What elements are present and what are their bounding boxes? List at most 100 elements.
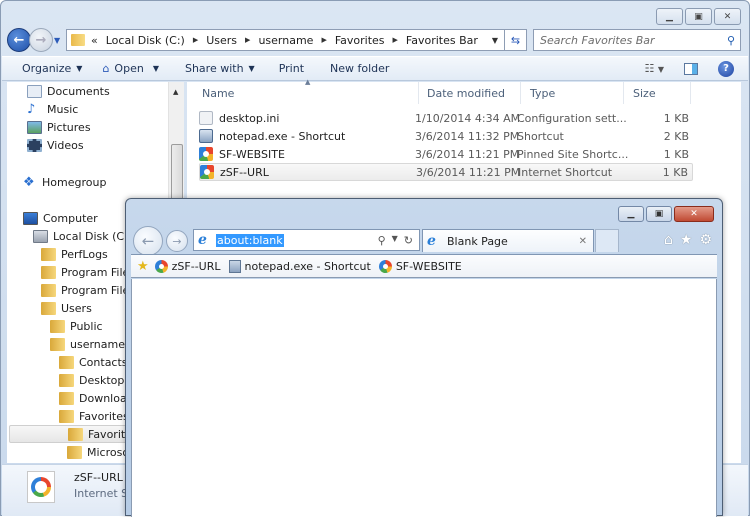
nav-item-videos[interactable]: Videos: [27, 136, 84, 154]
nav-item-microsoft[interactable]: Microsof: [67, 443, 133, 461]
nav-item-pictures[interactable]: Pictures: [27, 118, 91, 136]
favorites-bar-item[interactable]: zSF--URL: [154, 259, 221, 273]
favorites-bar-item[interactable]: notepad.exe - Shortcut: [228, 259, 371, 273]
maximize-button[interactable]: ▣: [685, 8, 712, 25]
file-row-selected[interactable]: zSF--URL 3/6/2014 11:21 PM Internet Shor…: [199, 163, 693, 181]
chevron-down-icon[interactable]: ▼: [392, 234, 398, 247]
back-button[interactable]: ←: [7, 28, 31, 52]
notepad-shortcut-icon: [228, 259, 241, 273]
gear-icon[interactable]: ⚙: [699, 232, 712, 248]
address-text[interactable]: about:blank: [216, 233, 284, 247]
refresh-icon: ⇆: [510, 33, 521, 47]
tab-close-icon[interactable]: ✕: [579, 236, 587, 247]
favorite-label: notepad.exe - Shortcut: [244, 259, 371, 273]
nav-item-username[interactable]: username: [50, 335, 125, 353]
chevron-right-icon[interactable]: ▶: [245, 36, 250, 44]
file-row[interactable]: SF-WEBSITE 3/6/2014 11:21 PM Pinned Site…: [199, 145, 693, 163]
home-open-icon: ⌂: [102, 62, 110, 75]
ie-minimize-button[interactable]: ▁: [618, 206, 644, 222]
breadcrumb-overflow[interactable]: «: [91, 34, 98, 47]
nav-item-computer[interactable]: Computer: [23, 209, 98, 227]
nav-item-desktop[interactable]: Desktop: [59, 371, 124, 389]
file-date: 3/6/2014 11:21 PM: [416, 165, 521, 179]
chevron-right-icon[interactable]: ▶: [393, 36, 398, 44]
details-view-icon: ☷: [644, 62, 655, 75]
ie-window-controls: ▁ ▣ ✕: [618, 206, 714, 222]
nav-item-music[interactable]: ♪ Music: [27, 100, 78, 118]
column-header-size[interactable]: Size: [624, 82, 691, 104]
close-button[interactable]: ✕: [714, 8, 741, 25]
ie-page-content[interactable]: [131, 279, 717, 517]
favorites-bar-item[interactable]: SF-WEBSITE: [378, 259, 462, 273]
chevron-down-icon: ▼: [152, 64, 159, 73]
forward-button[interactable]: →: [29, 28, 53, 52]
ie-back-button[interactable]: ←: [133, 226, 163, 256]
nav-item-local-disk[interactable]: Local Disk (C:): [33, 227, 132, 245]
search-icon[interactable]: ⚲: [727, 34, 735, 47]
drive-icon: [33, 229, 48, 243]
nav-item-perflogs[interactable]: PerfLogs: [41, 245, 108, 263]
refresh-icon[interactable]: ↻: [404, 234, 413, 247]
nav-item-favorites[interactable]: Favorites: [59, 407, 129, 425]
file-type: Shortcut: [517, 129, 564, 143]
file-row[interactable]: notepad.exe - Shortcut 3/6/2014 11:32 PM…: [199, 127, 693, 145]
breadcrumb-item[interactable]: Favorites: [335, 34, 385, 47]
nav-item-homegroup[interactable]: ❖ Homegroup: [23, 173, 106, 191]
minimize-button[interactable]: ▁: [656, 8, 683, 25]
ie-forward-button[interactable]: →: [166, 230, 188, 252]
scroll-up-icon[interactable]: ▲: [173, 88, 178, 96]
breadcrumb: « Local Disk (C:) ▶ Users ▶ username ▶ Favo…: [91, 34, 478, 47]
breadcrumb-item[interactable]: Local Disk (C:): [106, 34, 185, 47]
file-size: 1 KB: [663, 147, 689, 161]
search-input[interactable]: Search Favorites Bar ⚲: [533, 29, 741, 51]
change-view-button[interactable]: ☷ ▼: [644, 62, 664, 75]
breadcrumb-item[interactable]: Users: [206, 34, 237, 47]
back-arrow-icon: ←: [141, 232, 155, 250]
nav-item-documents[interactable]: Documents: [27, 82, 110, 100]
nav-item-contacts[interactable]: Contacts: [59, 353, 128, 371]
new-tab-button[interactable]: [595, 229, 619, 252]
print-button[interactable]: Print: [265, 57, 314, 80]
forward-arrow-icon: →: [172, 234, 182, 248]
column-label: Name: [202, 86, 235, 100]
ie-close-button[interactable]: ✕: [674, 206, 714, 222]
nav-label: Videos: [47, 138, 84, 152]
column-header-name[interactable]: Name: [187, 82, 419, 104]
internet-explorer-window: ▁ ▣ ✕ ← → e about:blank ⚲ ▼ ↻ e Blank Pa…: [125, 198, 723, 517]
favorite-label: SF-WEBSITE: [395, 259, 462, 273]
address-bar[interactable]: « Local Disk (C:) ▶ Users ▶ username ▶ Favo…: [66, 29, 505, 51]
column-header-date[interactable]: Date modified: [419, 82, 521, 104]
nav-item-users[interactable]: Users: [41, 299, 92, 317]
nav-label: username: [70, 337, 125, 351]
chevron-right-icon[interactable]: ▶: [193, 36, 198, 44]
home-icon[interactable]: ⌂: [664, 232, 673, 248]
ie-maximize-button[interactable]: ▣: [646, 206, 672, 222]
refresh-button[interactable]: ⇆: [505, 29, 527, 51]
help-icon[interactable]: ?: [718, 60, 734, 77]
file-row[interactable]: desktop.ini 1/10/2014 4:34 AM Configurat…: [199, 109, 693, 127]
nav-item-public[interactable]: Public: [50, 317, 103, 335]
file-name: desktop.ini: [219, 111, 280, 125]
share-with-button[interactable]: Share with ▼: [169, 57, 265, 80]
recent-pages-dropdown[interactable]: ▼: [54, 36, 64, 45]
scrollbar-thumb[interactable]: [171, 144, 183, 204]
breadcrumb-item[interactable]: Favorites Bar: [406, 34, 478, 47]
ie-tab[interactable]: e Blank Page ✕: [422, 229, 594, 252]
nav-label: Pictures: [47, 120, 91, 134]
ie-address-bar[interactable]: e about:blank ⚲ ▼ ↻: [193, 229, 420, 251]
open-button[interactable]: ⌂ Open ▼: [92, 57, 169, 80]
organize-button[interactable]: Organize ▼: [2, 57, 92, 80]
nav-item-program-files[interactable]: Program Files: [41, 263, 135, 281]
column-header-type[interactable]: Type: [521, 82, 624, 104]
address-dropdown-icon[interactable]: ▼: [492, 36, 498, 45]
breadcrumb-item[interactable]: username: [258, 34, 313, 47]
preview-pane-icon[interactable]: [684, 62, 698, 75]
file-name: zSF--URL: [220, 165, 269, 179]
new-folder-button[interactable]: New folder: [314, 57, 399, 80]
nav-label: Contacts: [79, 355, 128, 369]
chevron-right-icon[interactable]: ▶: [321, 36, 326, 44]
nav-label: Homegroup: [42, 175, 107, 189]
favorites-star-icon[interactable]: ★: [680, 232, 693, 248]
add-to-favorites-bar-icon[interactable]: ★: [137, 259, 149, 274]
search-icon[interactable]: ⚲: [378, 234, 386, 247]
